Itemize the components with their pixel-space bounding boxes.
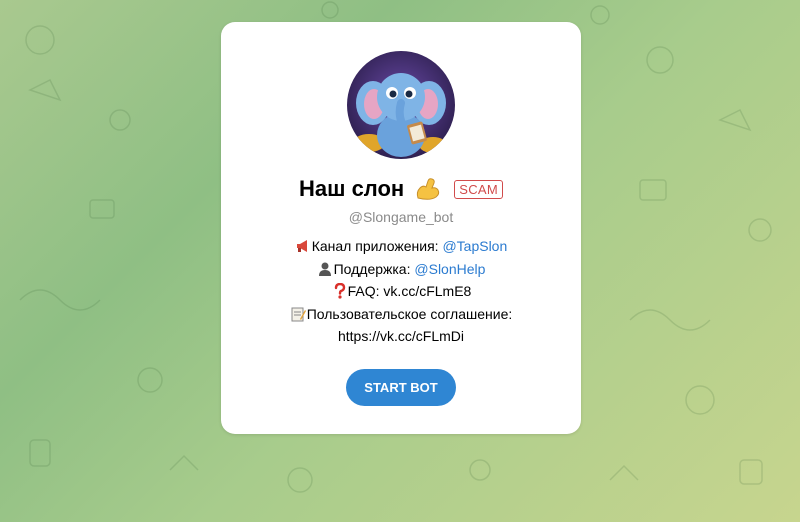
bot-username: @Slongame_bot [348, 209, 454, 225]
description-line-channel: Канал приложения: @TapSlon [221, 235, 581, 258]
bot-description: Канал приложения: @TapSlon Поддержка: @S… [221, 235, 581, 348]
description-line-support: Поддержка: @SlonHelp [221, 258, 581, 281]
person-icon [318, 262, 331, 276]
elephant-avatar-icon [347, 51, 455, 159]
faq-text: FAQ: vk.cc/cFLmE8 [347, 283, 472, 299]
agreement-url[interactable]: https://vk.cc/cFLmDi [221, 325, 581, 348]
support-label: Поддержка: [333, 260, 415, 277]
bot-info-card: Наш слон SCAM @Slongame_bot Канал прилож… [221, 22, 581, 434]
agreement-label: Пользовательское соглашение: [306, 305, 513, 322]
flexed-biceps-icon [417, 178, 440, 200]
bot-title-row: Наш слон SCAM [221, 176, 581, 202]
channel-link[interactable]: @TapSlon [442, 238, 507, 254]
megaphone-icon [296, 240, 307, 252]
start-bot-button[interactable]: START BOT [346, 369, 456, 406]
scam-badge: SCAM [454, 179, 503, 199]
question-icon [334, 283, 345, 299]
channel-label: Канал приложения: [311, 238, 443, 254]
memo-icon [291, 307, 306, 321]
bot-avatar [347, 51, 455, 159]
description-line-agreement: Пользовательское соглашение: [221, 303, 581, 326]
bot-name: Наш слон [299, 176, 405, 201]
description-line-faq: FAQ: vk.cc/cFLmE8 [221, 280, 581, 303]
support-link[interactable]: @SlonHelp [414, 261, 485, 277]
